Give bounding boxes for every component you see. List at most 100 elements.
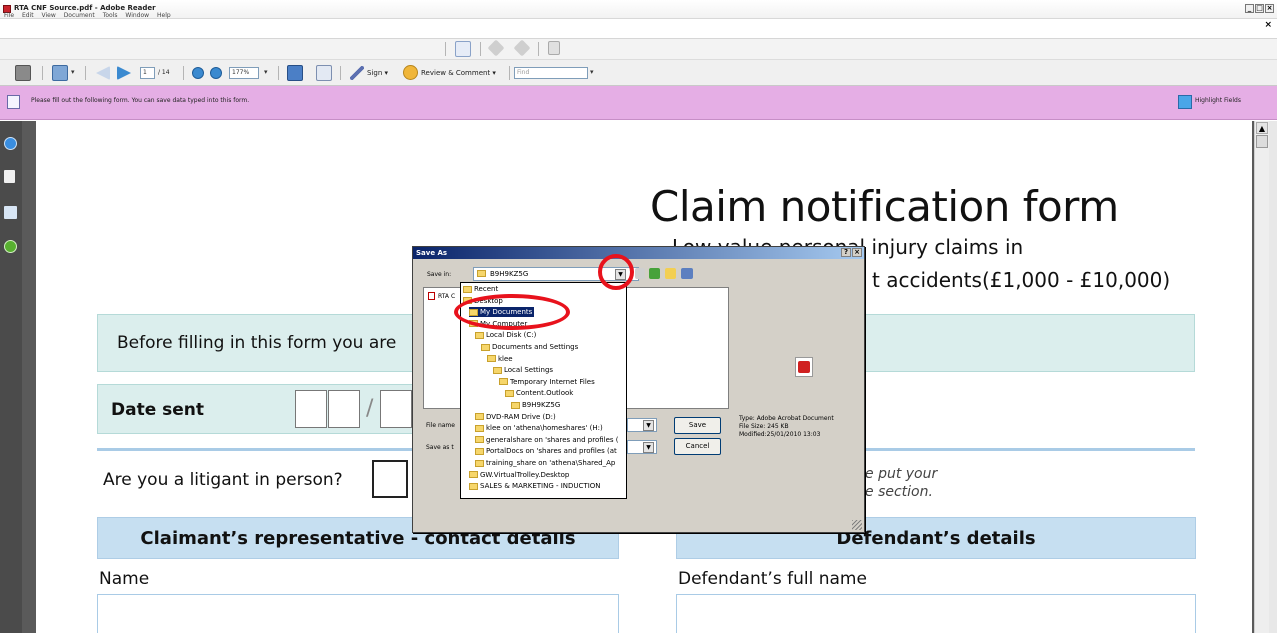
zoom-out-icon[interactable] [192, 67, 204, 79]
location-item[interactable]: GW.VirtualTrolley.Desktop [469, 470, 569, 480]
spell-check-icon[interactable] [455, 41, 471, 57]
location-item[interactable]: klee [487, 354, 513, 364]
menu-file[interactable]: File [4, 12, 14, 19]
location-item[interactable]: Recent [463, 284, 498, 294]
folder-icon [475, 459, 484, 467]
defendant-full-name-input[interactable] [676, 594, 1196, 633]
up-folder-icon[interactable] [649, 268, 660, 279]
dialog-help-button[interactable]: ? [841, 248, 851, 257]
menu-view[interactable]: View [42, 12, 56, 19]
zoom-level-input[interactable]: 177% [229, 67, 259, 79]
eraser-tool-icon[interactable] [513, 39, 531, 57]
location-label: Local Settings [504, 366, 554, 375]
menu-help[interactable]: Help [157, 12, 171, 19]
dialog-title-buttons: ? × [841, 248, 862, 257]
file-name-dropdown-button[interactable]: ▼ [643, 420, 654, 431]
sign-pen-icon[interactable] [350, 66, 364, 80]
location-item[interactable]: B9H9KZ5G [511, 400, 560, 410]
litigant-checkbox[interactable] [372, 460, 408, 498]
file-list-item[interactable]: RTA C [438, 293, 455, 300]
folder-icon [505, 389, 514, 397]
toolbar-separator [183, 66, 184, 80]
scroll-thumb[interactable] [1256, 135, 1268, 148]
review-comment-menu[interactable]: Review & Comment ▾ [421, 69, 496, 77]
date-month-field-1[interactable] [380, 390, 412, 428]
location-item[interactable]: PortalDocs on 'shares and profiles (at [475, 446, 617, 456]
info-icon[interactable] [4, 137, 17, 150]
form-document-icon [7, 95, 20, 109]
tools-toolbar [0, 38, 1277, 59]
back-icon[interactable] [635, 268, 645, 279]
sign-menu[interactable]: Sign ▾ [367, 69, 388, 77]
page-number-input[interactable]: 1 [140, 67, 155, 79]
save-in-value: B9H9KZ5G [490, 270, 529, 278]
note-line-2: e section. [865, 484, 933, 500]
dialog-close-button[interactable]: × [852, 248, 862, 257]
signatures-icon[interactable] [4, 206, 17, 219]
folder-icon [463, 285, 472, 293]
zoom-in-icon[interactable] [210, 67, 222, 79]
location-label: Content.Outlook [516, 389, 574, 398]
location-item[interactable]: DVD-RAM Drive (D:) [475, 412, 556, 422]
location-item[interactable]: Local Settings [493, 365, 553, 375]
help-icon[interactable] [4, 240, 17, 253]
save-button[interactable]: Save [674, 417, 721, 434]
file-name-label: File name [426, 422, 455, 429]
find-dropdown-arrow[interactable]: ▾ [590, 68, 594, 76]
folder-icon [481, 343, 490, 351]
menu-tools[interactable]: Tools [103, 12, 118, 19]
location-item[interactable]: SALES & MARKETING - INDUCTION [469, 481, 601, 491]
location-item[interactable]: Local Disk (C:) [475, 330, 536, 340]
location-item[interactable]: training_share on 'athena\Shared_Ap [475, 458, 615, 468]
fit-page-icon[interactable] [287, 65, 303, 81]
menu-window[interactable]: Window [125, 12, 149, 19]
location-label: B9H9KZ5G [522, 401, 561, 409]
highlight-fields-icon[interactable] [1178, 95, 1192, 109]
pdf-preview-icon [795, 357, 813, 377]
date-day-field-2[interactable] [328, 390, 360, 428]
previous-page-icon[interactable] [96, 66, 110, 80]
scroll-up-icon[interactable]: ▲ [1256, 122, 1268, 134]
attach-icon[interactable] [548, 41, 560, 55]
vertical-scrollbar[interactable]: ▲ [1254, 121, 1269, 633]
location-label: SALES & MARKETING - INDUCTION [480, 482, 601, 491]
folder-icon [499, 378, 508, 386]
toolbar-separator [538, 42, 539, 56]
zoom-dropdown-arrow[interactable]: ▾ [264, 68, 268, 76]
main-toolbar: ▾ 1 / 14 177% ▾ Sign ▾ Review & Comment … [0, 59, 1277, 86]
location-item[interactable]: generalshare on 'shares and profiles ( [475, 435, 619, 445]
menu-document[interactable]: Document [64, 12, 95, 19]
next-page-icon[interactable] [117, 66, 131, 80]
resize-grip[interactable] [852, 520, 862, 530]
minimize-button[interactable]: _ [1245, 4, 1254, 13]
folder-icon [469, 482, 478, 490]
folder-icon [477, 270, 486, 277]
pages-icon[interactable] [4, 170, 15, 183]
share-dropdown-arrow[interactable]: ▾ [71, 68, 75, 76]
pdf-file-icon [428, 292, 435, 300]
date-day-field-1[interactable] [295, 390, 327, 428]
new-folder-icon[interactable] [665, 268, 676, 279]
location-item[interactable]: Temporary Internet Files [499, 377, 595, 387]
maximize-button[interactable]: □ [1255, 4, 1264, 13]
toolbar-separator [278, 66, 279, 80]
location-label: klee [498, 354, 513, 363]
print-icon[interactable] [15, 65, 31, 81]
review-comment-icon[interactable] [403, 65, 418, 80]
title-bar: RTA CNF Source.pdf - Adobe Reader File E… [0, 0, 1277, 19]
location-item[interactable]: Content.Outlook [505, 388, 573, 398]
share-icon[interactable] [52, 65, 68, 81]
location-item[interactable]: Documents and Settings [481, 342, 578, 352]
name-input[interactable] [97, 594, 619, 633]
menu-edit[interactable]: Edit [22, 12, 34, 19]
pen-tool-icon[interactable] [487, 39, 505, 57]
cancel-button[interactable]: Cancel [674, 438, 721, 455]
location-item[interactable]: klee on 'athena\homeshares' (H:) [475, 423, 603, 433]
views-menu-icon[interactable] [681, 268, 693, 279]
highlight-fields-button[interactable]: Highlight Fields [1195, 97, 1241, 104]
full-screen-icon[interactable] [316, 65, 332, 81]
close-button[interactable]: × [1265, 4, 1274, 13]
close-document-button[interactable]: × [1264, 20, 1272, 30]
save-as-type-dropdown-button[interactable]: ▼ [643, 442, 654, 453]
find-input[interactable]: Find [514, 67, 588, 79]
